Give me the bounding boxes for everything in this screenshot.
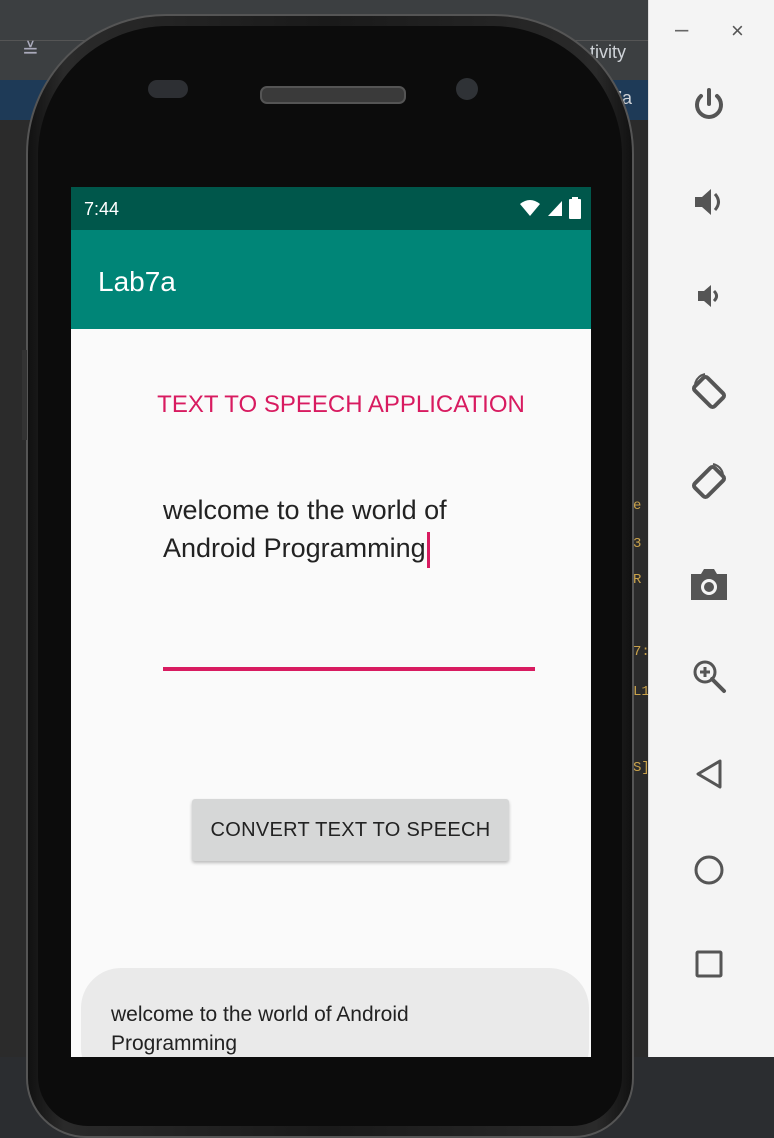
ide-code-mark: e bbox=[633, 498, 642, 514]
collapse-icon[interactable]: ≚ bbox=[22, 38, 39, 63]
volume-up-button[interactable] bbox=[685, 178, 733, 226]
app-title: Lab7a bbox=[98, 266, 176, 297]
home-icon bbox=[694, 855, 724, 885]
rotate-left-button[interactable] bbox=[685, 368, 733, 416]
zoom-icon bbox=[693, 660, 726, 693]
status-bar: 7:44 bbox=[71, 187, 591, 230]
home-button[interactable] bbox=[685, 846, 733, 894]
speech-text-value: welcome to the world of Android Programm… bbox=[163, 495, 447, 563]
overview-button[interactable] bbox=[685, 940, 733, 988]
rotate-right-button[interactable] bbox=[685, 458, 733, 506]
app-bar: Lab7a bbox=[71, 230, 591, 329]
front-sensor bbox=[148, 80, 188, 98]
battery-icon bbox=[569, 197, 581, 219]
overview-icon bbox=[695, 950, 723, 978]
text-cursor bbox=[426, 531, 430, 568]
ide-code-mark: R bbox=[633, 572, 642, 588]
volume-down-icon bbox=[698, 285, 718, 307]
input-underline bbox=[163, 667, 535, 671]
ide-code-mark: 3 bbox=[633, 536, 642, 552]
back-icon bbox=[696, 759, 722, 789]
rotate-right-icon bbox=[691, 463, 727, 500]
convert-text-to-speech-button[interactable]: CONVERT TEXT TO SPEECH bbox=[192, 799, 509, 861]
front-camera bbox=[456, 78, 478, 100]
toast-text: welcome to the world of Android Programm… bbox=[111, 1003, 409, 1055]
power-button[interactable] bbox=[685, 80, 733, 128]
ide-code-mark: 7: bbox=[633, 644, 650, 660]
minimize-button[interactable]: – bbox=[675, 16, 688, 44]
screenshot-icon bbox=[691, 569, 727, 600]
rotate-left-icon bbox=[691, 373, 727, 410]
back-button[interactable] bbox=[685, 750, 733, 798]
phone-side-button bbox=[22, 350, 27, 440]
close-button[interactable]: × bbox=[731, 18, 744, 44]
speech-text-input[interactable]: welcome to the world of Android Programm… bbox=[163, 491, 535, 671]
ide-code-mark: S] bbox=[633, 760, 650, 776]
wifi-icon bbox=[520, 200, 540, 216]
status-icons bbox=[519, 197, 581, 219]
earpiece-speaker bbox=[260, 86, 406, 104]
device-screen: 7:44 Lab7a TEXT TO SPEECH APPLICATION we… bbox=[71, 187, 591, 1057]
signal-icon bbox=[548, 201, 562, 216]
ide-code-mark: L1 bbox=[633, 684, 650, 700]
toast-message: welcome to the world of Android Programm… bbox=[81, 968, 589, 1057]
status-time: 7:44 bbox=[84, 199, 120, 219]
volume-up-icon bbox=[695, 189, 720, 215]
zoom-button[interactable] bbox=[685, 652, 733, 700]
emulator-toolbar: – × bbox=[648, 0, 774, 1057]
page-heading: TEXT TO SPEECH APPLICATION bbox=[157, 391, 525, 418]
power-icon bbox=[695, 88, 723, 119]
screenshot-button[interactable] bbox=[685, 560, 733, 608]
volume-down-button[interactable] bbox=[685, 272, 733, 320]
